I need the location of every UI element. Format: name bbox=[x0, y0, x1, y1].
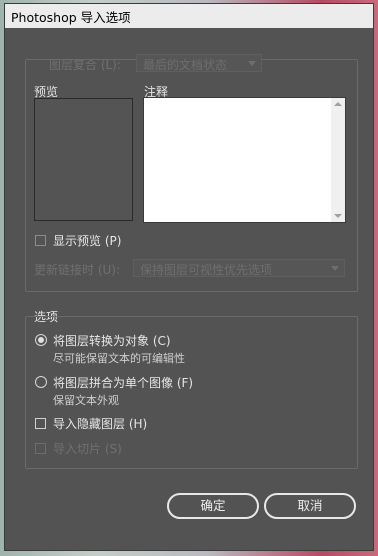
show-preview-label[interactable]: 显示预览 (P) bbox=[53, 232, 121, 249]
update-links-select: 保持图层可视性优先选项 bbox=[133, 259, 345, 277]
layer-comp-select: 最后的文档状态 bbox=[136, 54, 262, 72]
import-slices-label: 导入切片 (S) bbox=[53, 442, 122, 456]
title-bar: Photoshop 导入选项 bbox=[5, 4, 373, 28]
flatten-layers-radio[interactable] bbox=[35, 376, 47, 388]
show-preview-checkbox[interactable] bbox=[35, 235, 46, 246]
ok-button[interactable]: 确定 bbox=[167, 493, 259, 519]
update-links-value: 保持图层可视性优先选项 bbox=[140, 263, 273, 277]
convert-layers-description: 尽可能保留文本的可编辑性 bbox=[53, 352, 185, 365]
import-slices-checkbox bbox=[35, 443, 46, 454]
cancel-button[interactable]: 取消 bbox=[264, 493, 356, 519]
convert-layers-label[interactable]: 将图层转换为对象 (C) bbox=[53, 332, 171, 349]
import-options-dialog: Photoshop 导入选项 图层复合 (L): 最后的文档状态 预览 注释 显… bbox=[4, 3, 374, 551]
import-hidden-layers-checkbox[interactable] bbox=[35, 418, 46, 429]
layer-comp-label: 图层复合 (L): bbox=[49, 58, 121, 72]
convert-layers-radio[interactable] bbox=[35, 334, 47, 346]
update-links-label: 更新链接时 (U): bbox=[34, 263, 121, 277]
chevron-down-icon bbox=[248, 61, 256, 66]
flatten-layers-label[interactable]: 将图层拼合为单个图像 (F) bbox=[53, 374, 193, 391]
notes-scrollbar[interactable] bbox=[331, 98, 345, 222]
import-hidden-layers-label[interactable]: 导入隐藏图层 (H) bbox=[53, 415, 147, 432]
chevron-down-icon bbox=[331, 266, 339, 271]
notes-textarea[interactable] bbox=[143, 97, 346, 223]
scroll-up-icon[interactable] bbox=[334, 102, 342, 106]
scroll-down-icon[interactable] bbox=[334, 214, 342, 218]
flatten-layers-description: 保留文本外观 bbox=[53, 394, 119, 407]
layer-comp-value: 最后的文档状态 bbox=[143, 58, 228, 72]
preview-box bbox=[34, 98, 133, 221]
window-title: Photoshop 导入选项 bbox=[11, 10, 131, 25]
